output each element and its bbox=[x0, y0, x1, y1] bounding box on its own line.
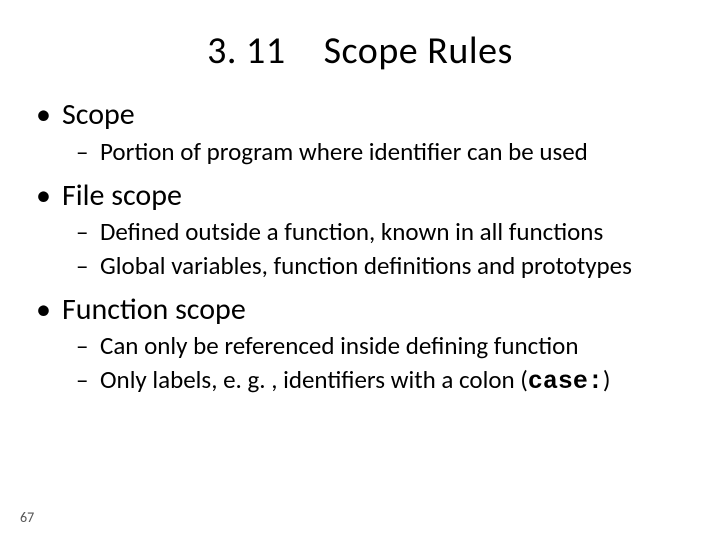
sub-item: –Defined outside a function, known in al… bbox=[76, 216, 684, 247]
bullet-icon: • bbox=[36, 96, 62, 134]
sub-item: –Only labels, e. g. , identifiers with a… bbox=[76, 364, 684, 397]
sub-text: Global variables, function definitions a… bbox=[100, 250, 684, 281]
list-item: •File scope –Defined outside a function,… bbox=[36, 177, 684, 281]
sub-list: –Portion of program where identifier can… bbox=[76, 136, 684, 167]
page-number: 67 bbox=[20, 509, 34, 526]
list-item: •Function scope –Can only be referenced … bbox=[36, 291, 684, 397]
slide: 3. 11Scope Rules •Scope –Portion of prog… bbox=[0, 0, 720, 540]
item-label: Scope bbox=[62, 96, 135, 134]
sub-text: Defined outside a function, known in all… bbox=[100, 216, 684, 247]
sub-item: –Global variables, function definitions … bbox=[76, 250, 684, 281]
item-label: Function scope bbox=[62, 291, 246, 329]
slide-body: •Scope –Portion of program where identif… bbox=[0, 96, 720, 397]
sub-item: –Portion of program where identifier can… bbox=[76, 136, 684, 167]
sub-text: Only labels, e. g. , identifiers with a … bbox=[100, 364, 684, 397]
list-item: •Scope –Portion of program where identif… bbox=[36, 96, 684, 167]
bullet-list: •Scope –Portion of program where identif… bbox=[36, 96, 684, 397]
title-number: 3. 11 bbox=[207, 28, 285, 74]
sub-list: –Defined outside a function, known in al… bbox=[76, 216, 684, 281]
item-label: File scope bbox=[62, 177, 182, 215]
bullet-icon: • bbox=[36, 291, 62, 329]
dash-icon: – bbox=[76, 250, 100, 281]
sub-text: Can only be referenced inside defining f… bbox=[100, 330, 684, 361]
dash-icon: – bbox=[76, 136, 100, 167]
title-text: Scope Rules bbox=[324, 28, 513, 74]
bullet-icon: • bbox=[36, 177, 62, 215]
sub-item: –Can only be referenced inside defining … bbox=[76, 330, 684, 361]
dash-icon: – bbox=[76, 364, 100, 397]
sub-list: –Can only be referenced inside defining … bbox=[76, 330, 684, 397]
slide-title: 3. 11 Scope Rules bbox=[0, 0, 720, 96]
sub-text: Portion of program where identifier can … bbox=[100, 136, 684, 167]
dash-icon: – bbox=[76, 216, 100, 247]
dash-icon: – bbox=[76, 330, 100, 361]
